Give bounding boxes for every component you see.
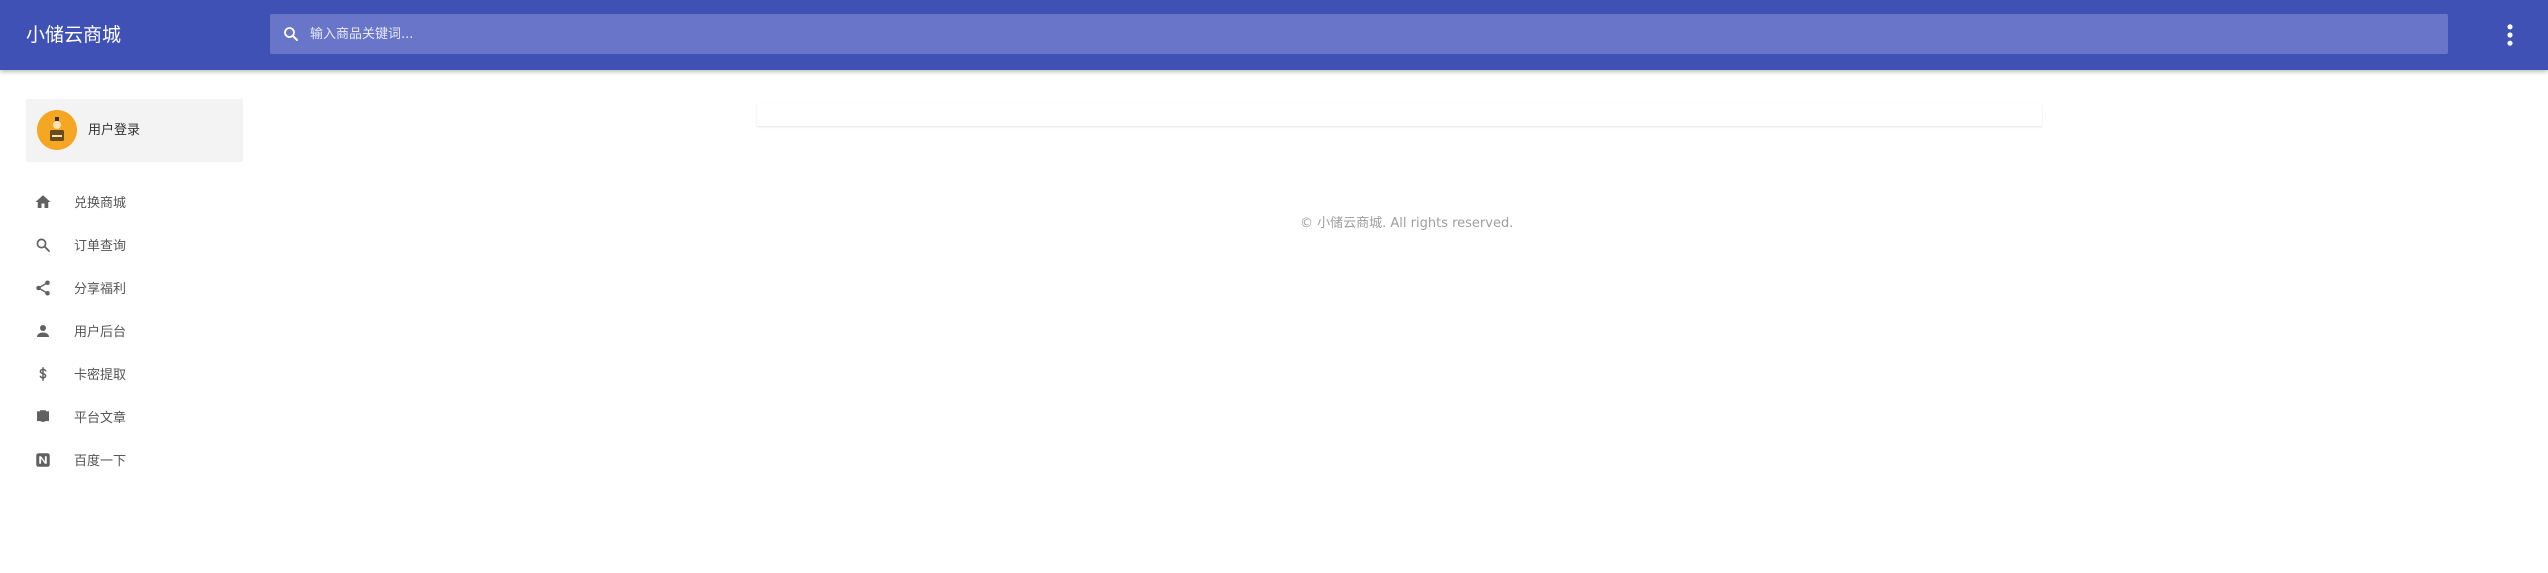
sidebar-item-card-extract[interactable]: 卡密提取: [26, 352, 243, 395]
sidebar-item-label: 用户后台: [74, 325, 127, 340]
user-avatar-icon: [37, 110, 77, 150]
sidebar-item-label: 卡密提取: [74, 368, 127, 383]
person-icon: [37, 324, 49, 337]
home-icon: [35, 194, 51, 208]
sidebar-item-label: 百度一下: [74, 454, 127, 469]
footer-copyright: © 小储云商城. All rights reserved.: [1300, 216, 1514, 231]
sidebar-item-order-query[interactable]: 订单查询: [26, 223, 243, 266]
sidebar-item-baidu[interactable]: 百度一下: [26, 438, 243, 481]
app-bar: 小储云商城: [0, 0, 2548, 70]
sidebar-item-user-backend[interactable]: 用户后台: [26, 309, 243, 352]
brand-title[interactable]: 小储云商城: [26, 0, 121, 70]
search-icon: [284, 27, 298, 41]
share-icon: [36, 280, 50, 295]
sidebar-item-label: 兑换商城: [74, 196, 127, 211]
more-vertical-icon[interactable]: [2496, 21, 2524, 49]
search-input[interactable]: [310, 14, 2430, 54]
book-icon: [37, 409, 49, 422]
dollar-icon: [39, 366, 47, 381]
search-bar[interactable]: [270, 14, 2448, 54]
sidebar: 用户登录 兑换商城 订单查询 分享福利 用户后台 卡密提取 平台文章 百度一下: [0, 70, 252, 573]
sidebar-item-platform-articles[interactable]: 平台文章: [26, 395, 243, 438]
sidebar-item-label: 平台文章: [74, 411, 127, 426]
sidebar-item-label: 订单查询: [74, 239, 127, 254]
sidebar-nav: 兑换商城 订单查询 分享福利 用户后台 卡密提取 平台文章 百度一下: [26, 180, 243, 481]
sidebar-item-share-welfare[interactable]: 分享福利: [26, 266, 243, 309]
login-label: 用户登录: [88, 123, 141, 138]
search-icon: [36, 238, 50, 252]
user-login-card[interactable]: 用户登录: [26, 99, 243, 162]
baidu-icon: [36, 452, 50, 467]
sidebar-item-label: 分享福利: [74, 282, 127, 297]
avatar: [37, 110, 77, 150]
content-card: [757, 104, 2042, 126]
sidebar-item-exchange-mall[interactable]: 兑换商城: [26, 180, 243, 223]
